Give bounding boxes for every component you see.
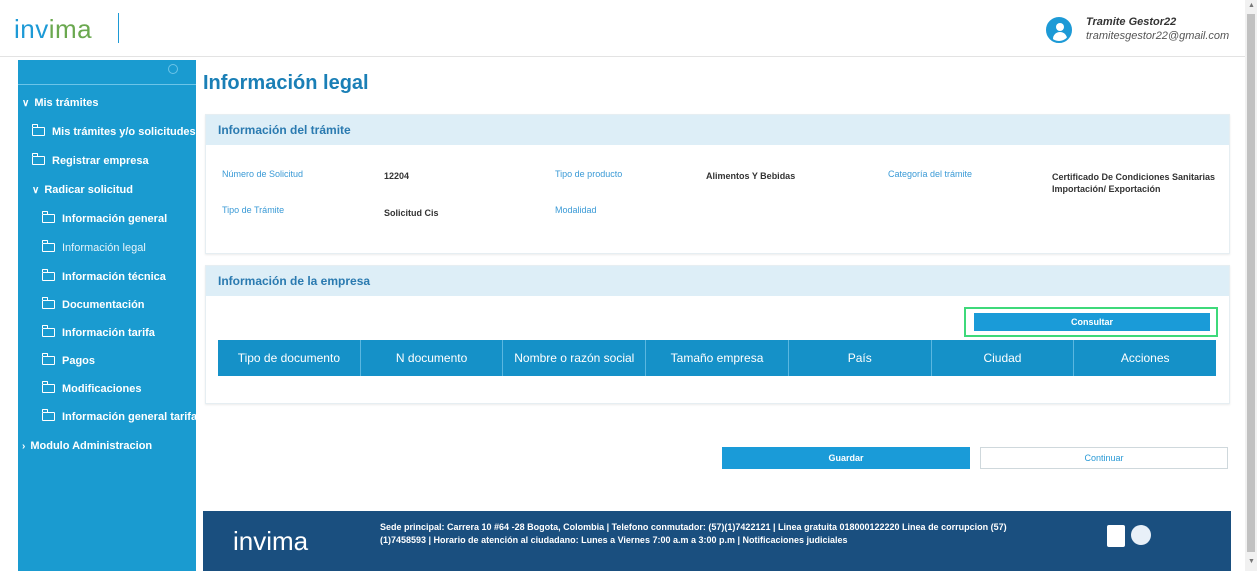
categoria-tramite-value-line2: Importación/ Exportación (1052, 184, 1161, 194)
top-bar: invima Tramite Gestor22 tramitesgestor22… (0, 0, 1245, 57)
col-ciudad: Ciudad (932, 340, 1075, 376)
empresa-table-header: Tipo de documento N documento Nombre o r… (218, 340, 1216, 376)
guardar-button[interactable]: Guardar (722, 447, 970, 469)
sidebar-item-mis-tramites[interactable]: ∨ Mis trámites (22, 97, 99, 109)
sidebar-item-mis-tramites-solicitudes[interactable]: Mis trámites y/o solicitudes (31, 124, 196, 138)
chevron-down-icon: ∨ (32, 185, 40, 196)
sidebar-item-informacion-tarifa[interactable]: Información tarifa (41, 325, 155, 339)
folder-icon (41, 325, 55, 337)
sidebar-item-label: Información general (62, 213, 168, 225)
sidebar-item-label: Información técnica (62, 271, 166, 283)
page-title: Información legal (203, 72, 369, 94)
numero-solicitud-value: 12204 (384, 171, 410, 181)
consultar-button[interactable]: Consultar (974, 313, 1210, 331)
consultar-highlight: Consultar (964, 307, 1218, 337)
sidebar-item-pagos[interactable]: Pagos (41, 353, 96, 367)
tipo-tramite-value: Solicitud Cis (384, 208, 439, 218)
folder-icon (41, 211, 55, 223)
user-name: Tramite Gestor22 (1086, 16, 1177, 28)
scroll-up-arrow-icon[interactable]: ▲ (1248, 2, 1255, 9)
empresa-info-heading: Información de la empresa (218, 274, 371, 288)
sidebar-item-informacion-general-tarifa[interactable]: Información general tarifa (41, 409, 198, 423)
footer: invima Sede principal: Carrera 10 #64 -2… (203, 511, 1231, 571)
scroll-down-arrow-icon[interactable]: ▼ (1248, 558, 1255, 565)
sidebar-item-label: Información tarifa (62, 327, 155, 339)
sidebar-item-modificaciones[interactable]: Modificaciones (41, 381, 142, 395)
col-pais: País (789, 340, 932, 376)
sidebar-item-label: Información legal (62, 242, 146, 254)
col-acciones: Acciones (1120, 351, 1170, 365)
empresa-info-header: Información de la empresa (206, 266, 1229, 296)
tipo-producto-value: Alimentos Y Bebidas (706, 171, 796, 181)
categoria-tramite-value-line1: Certificado De Condiciones Sanitarias (1052, 172, 1216, 182)
numero-solicitud-label: Número de Solicitud (222, 169, 304, 179)
col-tipo-documento: Tipo de documento (218, 340, 361, 376)
logo-divider (118, 13, 119, 43)
footer-contact-text: Sede principal: Carrera 10 #64 -28 Bogot… (380, 522, 1007, 545)
col-nombre-razon-social: Nombre o razón social (503, 340, 647, 376)
sidebar-item-label: Información general tarifa (62, 411, 198, 423)
scrollbar-thumb[interactable] (1247, 14, 1255, 552)
tramite-info-card: Información del trámite Número de Solici… (205, 114, 1230, 254)
sidebar-search[interactable] (18, 60, 196, 85)
icontec-certification-icon (1107, 525, 1125, 547)
folder-icon (41, 381, 55, 393)
iqnet-certification-icon (1131, 525, 1151, 545)
invima-logo[interactable]: invima (14, 14, 92, 45)
sidebar-item-informacion-tecnica[interactable]: Información técnica (41, 269, 166, 283)
tipo-tramite-label: Tipo de Trámite (222, 205, 285, 215)
sidebar: ∨ Mis trámites Mis trámites y/o solicitud… (18, 60, 198, 571)
folder-icon (41, 297, 55, 309)
folder-icon (31, 153, 45, 165)
user-email: tramitesgestor22@gmail.com (1086, 30, 1230, 42)
col-n-documento: N documento (361, 340, 504, 376)
categoria-tramite-label: Categoría del trámite (888, 169, 973, 179)
sidebar-item-label: Radicar solicitud (44, 184, 133, 196)
sidebar-item-label: Modificaciones (62, 383, 142, 395)
sidebar-item-radicar-solicitud[interactable]: ∨ Radicar solicitud (32, 184, 133, 196)
col-tamano-empresa: Tamaño empresa (646, 340, 789, 376)
sidebar-item-label: Pagos (62, 355, 96, 367)
sidebar-item-informacion-legal[interactable]: Información legal (41, 240, 146, 254)
sidebar-item-modulo-administracion[interactable]: › Modulo Administracion (22, 440, 152, 452)
sidebar-item-label: Modulo Administracion (30, 440, 153, 452)
tipo-producto-label: Tipo de producto (555, 169, 623, 179)
page-scrollbar[interactable]: ▲ ▼ (1245, 0, 1257, 571)
search-icon[interactable] (168, 64, 178, 74)
logo-text-main: inv (14, 14, 49, 44)
tramite-info-header: Información del trámite (206, 115, 1229, 145)
folder-icon (41, 240, 55, 252)
sidebar-item-label: Registrar empresa (52, 155, 149, 167)
sidebar-item-label: Documentación (62, 299, 145, 311)
folder-icon (41, 409, 55, 421)
chevron-right-icon: › (22, 441, 26, 452)
sidebar-item-label: Mis trámites y/o solicitudes (52, 126, 196, 138)
logo-text-accent: ima (48, 14, 93, 44)
user-avatar-icon[interactable] (1046, 17, 1072, 43)
continuar-button[interactable]: Continuar (980, 447, 1228, 469)
tramite-info-heading: Información del trámite (218, 123, 351, 137)
sidebar-item-documentacion[interactable]: Documentación (41, 297, 145, 311)
sidebar-item-informacion-general[interactable]: Información general (41, 211, 168, 225)
chevron-down-icon: ∨ (22, 98, 30, 109)
sidebar-item-registrar-empresa[interactable]: Registrar empresa (31, 153, 149, 167)
modalidad-label: Modalidad (555, 205, 597, 215)
folder-icon (31, 124, 45, 136)
folder-icon (41, 269, 55, 281)
folder-icon (41, 353, 55, 365)
footer-invima-logo: invima (233, 526, 309, 556)
sidebar-item-label: Mis trámites (34, 97, 99, 109)
